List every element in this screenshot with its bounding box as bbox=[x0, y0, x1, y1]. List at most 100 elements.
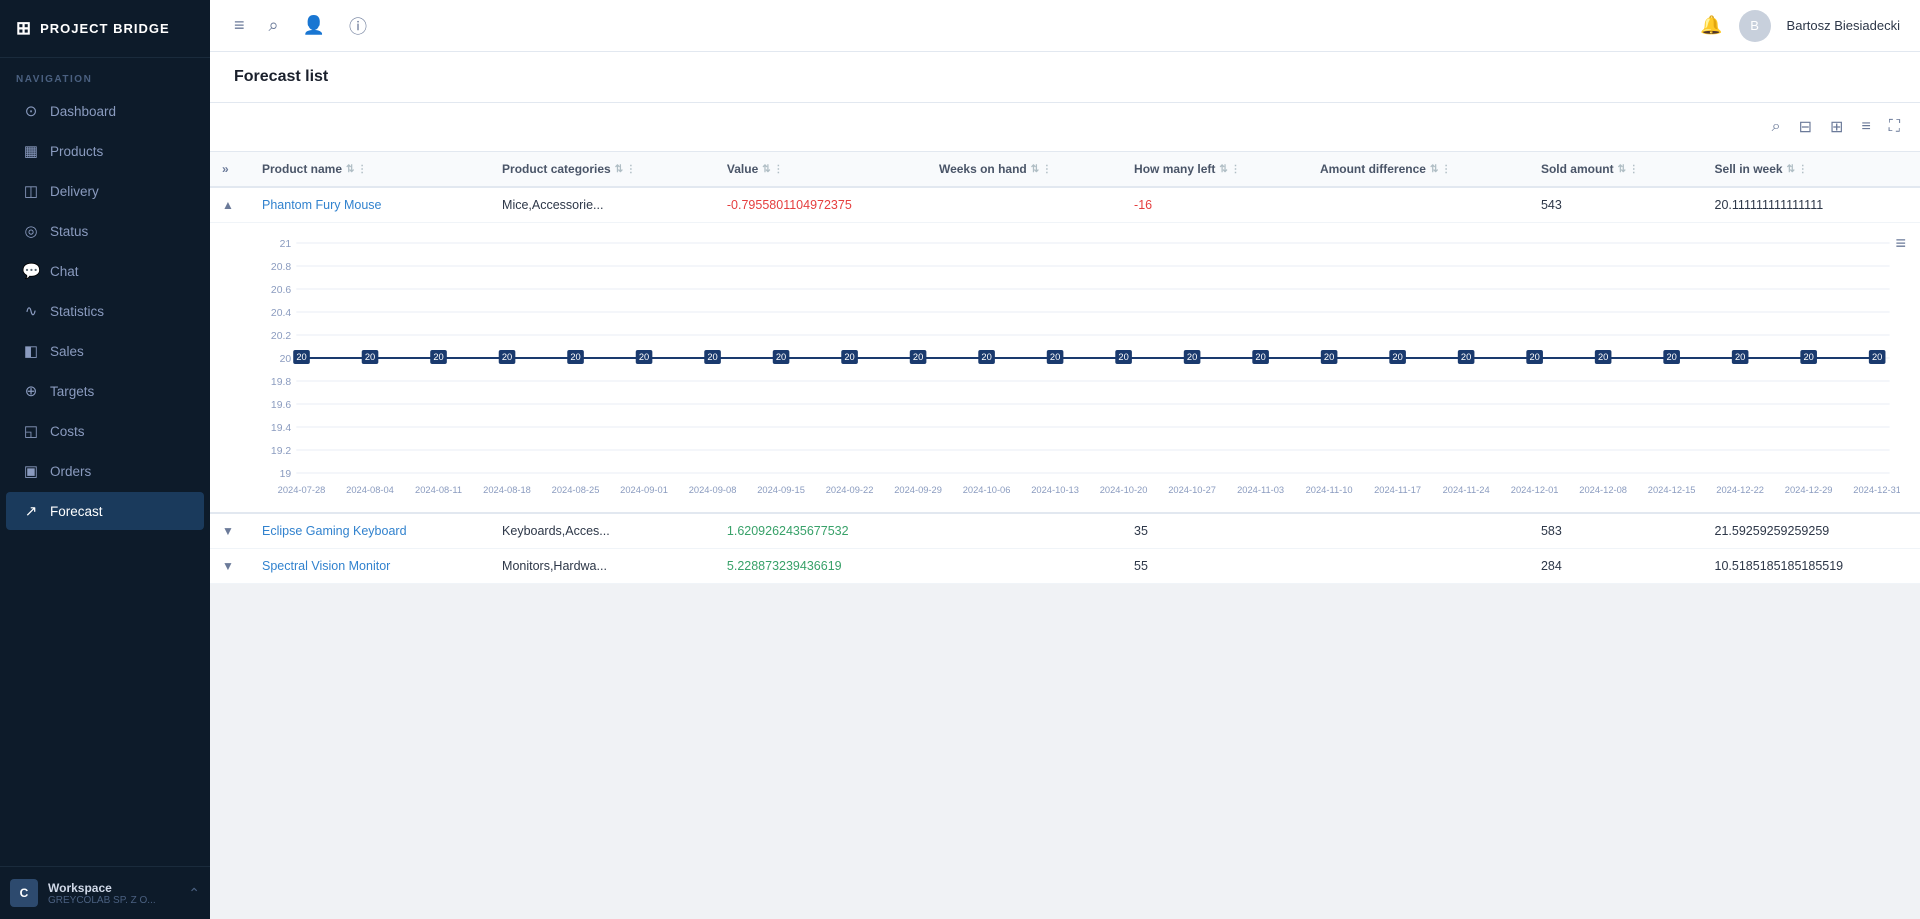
username-label: Bartosz Biesiadecki bbox=[1787, 18, 1900, 33]
x-label: 2024-12-22 bbox=[1716, 485, 1764, 495]
sidebar-item-forecast[interactable]: ↗ Forecast bbox=[6, 492, 204, 530]
x-label: 2024-09-15 bbox=[757, 485, 805, 495]
sidebar-item-status[interactable]: ◎ Status bbox=[6, 212, 204, 250]
info-icon[interactable]: ⓘ bbox=[345, 9, 371, 43]
sold-amount-cell: 284 bbox=[1541, 559, 1562, 573]
forecast-icon: ↗ bbox=[22, 502, 40, 520]
logo-icon: ⊞ bbox=[16, 18, 32, 39]
topbar: ≡ ⌕ 👤 ⓘ 🔔 B Bartosz Biesiadecki bbox=[210, 0, 1920, 52]
weeks-sort-icon[interactable]: ⇅ ⋮ bbox=[1031, 164, 1052, 175]
sidebar-item-statistics[interactable]: ∿ Statistics bbox=[6, 292, 204, 330]
x-label: 2024-12-29 bbox=[1785, 485, 1833, 495]
svg-text:20: 20 bbox=[1735, 352, 1745, 362]
value-cell: 5.228873239436619 bbox=[727, 559, 842, 573]
costs-icon: ◱ bbox=[22, 422, 40, 440]
sidebar-item-dashboard[interactable]: ⊙ Dashboard bbox=[6, 92, 204, 130]
svg-text:20: 20 bbox=[913, 352, 923, 362]
sidebar-item-label: Delivery bbox=[50, 184, 99, 199]
fullscreen-icon[interactable]: ⛶ bbox=[1885, 114, 1904, 140]
sold-amount-col-header: Sold amount bbox=[1541, 162, 1614, 176]
sidebar-item-delivery[interactable]: ◫ Delivery bbox=[6, 172, 204, 210]
table-row: ▼ Eclipse Gaming Keyboard Keyboards,Acce… bbox=[210, 513, 1920, 549]
products-icon: ▦ bbox=[22, 142, 40, 160]
sidebar-item-label: Costs bbox=[50, 424, 85, 439]
orders-icon: ▣ bbox=[22, 462, 40, 480]
sidebar-logo: ⊞ PROJECT BRIDGE bbox=[0, 0, 210, 58]
svg-text:20: 20 bbox=[1392, 352, 1402, 362]
list-view-icon[interactable]: ≡ bbox=[1857, 114, 1874, 140]
sidebar-item-label: Status bbox=[50, 224, 88, 239]
workspace-footer[interactable]: C Workspace GREYCOLAB SP. Z O... ⌃ bbox=[0, 866, 210, 919]
amount-diff-col-header: Amount difference bbox=[1320, 162, 1426, 176]
svg-text:20: 20 bbox=[1324, 352, 1334, 362]
product-name-sort-icon[interactable]: ⇅ ⋮ bbox=[346, 164, 367, 175]
search-table-icon[interactable]: ⌕ bbox=[1768, 114, 1785, 140]
expand-all-icon[interactable]: » bbox=[222, 162, 229, 176]
amount-diff-sort-icon[interactable]: ⇅ ⋮ bbox=[1430, 164, 1451, 175]
sidebar-item-chat[interactable]: 💬 Chat bbox=[6, 252, 204, 290]
targets-icon: ⊕ bbox=[22, 382, 40, 400]
row-expand-icon[interactable]: ▲ bbox=[222, 198, 234, 212]
svg-text:20: 20 bbox=[433, 352, 443, 362]
svg-text:20: 20 bbox=[1461, 352, 1471, 362]
value-col-header: Value bbox=[727, 162, 758, 176]
product-name-col-header: Product name bbox=[262, 162, 342, 176]
sidebar: ⊞ PROJECT BRIDGE NAVIGATION ⊙ Dashboard … bbox=[0, 0, 210, 919]
svg-text:20: 20 bbox=[1529, 352, 1539, 362]
product-name-cell[interactable]: Eclipse Gaming Keyboard bbox=[262, 524, 407, 538]
user-icon[interactable]: 👤 bbox=[299, 11, 329, 40]
sidebar-item-label: Chat bbox=[50, 264, 79, 279]
x-label: 2024-12-31 bbox=[1853, 485, 1900, 495]
sidebar-item-label: Products bbox=[50, 144, 103, 159]
sidebar-item-label: Targets bbox=[50, 384, 94, 399]
filter-icon[interactable]: ⊟ bbox=[1795, 113, 1816, 141]
menu-icon[interactable]: ≡ bbox=[230, 11, 249, 40]
grid-view-icon[interactable]: ⊞ bbox=[1826, 113, 1847, 141]
product-name-cell[interactable]: Phantom Fury Mouse bbox=[262, 198, 382, 212]
product-name-cell[interactable]: Spectral Vision Monitor bbox=[262, 559, 390, 573]
value-sort-icon[interactable]: ⇅ ⋮ bbox=[762, 164, 783, 175]
sell-in-week-sort-icon[interactable]: ⇅ ⋮ bbox=[1787, 164, 1808, 175]
sell-in-week-cell: 10.5185185185185519 bbox=[1715, 559, 1844, 573]
sidebar-item-targets[interactable]: ⊕ Targets bbox=[6, 372, 204, 410]
sell-in-week-col-header: Sell in week bbox=[1715, 162, 1783, 176]
svg-text:20: 20 bbox=[1803, 352, 1813, 362]
chart-menu-icon[interactable]: ≡ bbox=[1895, 233, 1906, 254]
y-label-202: 20.2 bbox=[271, 331, 292, 342]
workspace-avatar: C bbox=[10, 879, 38, 907]
x-label: 2024-09-01 bbox=[620, 485, 668, 495]
page-title: Forecast list bbox=[234, 68, 1896, 86]
how-many-sort-icon[interactable]: ⇅ ⋮ bbox=[1219, 164, 1240, 175]
svg-text:20: 20 bbox=[1666, 352, 1676, 362]
sidebar-item-orders[interactable]: ▣ Orders bbox=[6, 452, 204, 490]
how-many-left-col-header: How many left bbox=[1134, 162, 1215, 176]
categories-sort-icon[interactable]: ⇅ ⋮ bbox=[615, 164, 636, 175]
sold-amount-cell: 583 bbox=[1541, 524, 1562, 538]
search-icon[interactable]: ⌕ bbox=[265, 11, 283, 40]
x-label: 2024-10-27 bbox=[1168, 485, 1216, 495]
notification-bell-icon[interactable]: 🔔 bbox=[1700, 15, 1722, 36]
row-expand-icon[interactable]: ▼ bbox=[222, 524, 234, 538]
svg-text:20: 20 bbox=[1187, 352, 1197, 362]
y-label-20: 20 bbox=[280, 354, 292, 365]
table-row: ▲ Phantom Fury Mouse Mice,Accessorie... … bbox=[210, 187, 1920, 223]
sold-amount-sort-icon[interactable]: ⇅ ⋮ bbox=[1618, 164, 1639, 175]
sidebar-item-products[interactable]: ▦ Products bbox=[6, 132, 204, 170]
y-label-204: 20.4 bbox=[271, 308, 292, 319]
topbar-right: 🔔 B Bartosz Biesiadecki bbox=[1700, 10, 1900, 42]
svg-text:20: 20 bbox=[1118, 352, 1128, 362]
main-area: ≡ ⌕ 👤 ⓘ 🔔 B Bartosz Biesiadecki Forecast… bbox=[210, 0, 1920, 919]
svg-text:20: 20 bbox=[1255, 352, 1265, 362]
svg-text:20: 20 bbox=[365, 352, 375, 362]
nav-label: NAVIGATION bbox=[0, 58, 210, 91]
row-expand-icon[interactable]: ▼ bbox=[222, 559, 234, 573]
svg-text:20: 20 bbox=[776, 352, 786, 362]
x-label: 2024-12-08 bbox=[1579, 485, 1627, 495]
svg-text:20: 20 bbox=[296, 352, 306, 362]
forecast-chart: 21 20.8 20.6 20.4 20.2 20 19.8 19.6 19.4 bbox=[260, 233, 1900, 503]
sidebar-item-sales[interactable]: ◧ Sales bbox=[6, 332, 204, 370]
sidebar-item-costs[interactable]: ◱ Costs bbox=[6, 412, 204, 450]
x-label: 2024-12-01 bbox=[1511, 485, 1559, 495]
sidebar-item-label: Statistics bbox=[50, 304, 104, 319]
sidebar-item-label: Dashboard bbox=[50, 104, 116, 119]
